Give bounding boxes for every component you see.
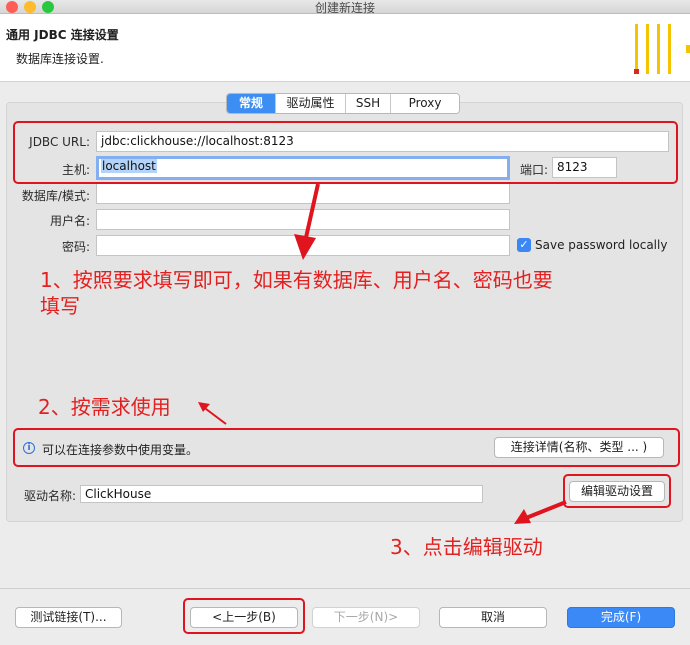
next-button[interactable]: 下一步(N)> <box>312 607 420 628</box>
annotation-arrow-down <box>294 183 320 260</box>
tab-bar: 常规 驱动属性 SSH Proxy <box>226 93 460 114</box>
connection-details-button[interactable]: 连接详情(名称、类型 ... ) <box>494 437 664 458</box>
save-password-label: Save password locally <box>535 238 668 252</box>
info-icon: i <box>23 442 35 454</box>
annotation-arrow-down-left <box>514 500 567 524</box>
database-label: 数据库/模式: <box>21 189 90 203</box>
driver-name-label: 驱动名称: <box>23 489 76 503</box>
annotation-arrow-left <box>198 402 227 425</box>
back-button[interactable]: <上一步(B) <box>190 607 298 628</box>
cancel-button[interactable]: 取消 <box>439 607 547 628</box>
save-password-checkbox[interactable]: ✓ <box>517 238 531 252</box>
test-connection-button[interactable]: 测试链接(T)... <box>15 607 122 628</box>
tab-driver-properties[interactable]: 驱动属性 <box>276 94 346 113</box>
annotation-box-connection <box>13 121 678 184</box>
annotation-note-1-line-1: 1、按照要求填写即可，如果有数据库、用户名、密码也要 <box>40 268 553 292</box>
password-label: 密码: <box>61 240 90 254</box>
header-subtitle: 数据库连接设置. <box>16 52 104 66</box>
finish-button[interactable]: 完成(F) <box>567 607 675 628</box>
tab-proxy[interactable]: Proxy <box>391 94 459 113</box>
annotation-note-1-line-2: 填写 <box>40 294 80 318</box>
annotation-note-3: 3、点击编辑驱动 <box>390 535 543 559</box>
window-titlebar: 创建新连接 <box>0 0 690 15</box>
tab-ssh[interactable]: SSH <box>346 94 391 113</box>
dialog-header: 通用 JDBC 连接设置 数据库连接设置. <box>0 14 690 82</box>
annotation-note-2: 2、按需求使用 <box>38 395 171 419</box>
tab-general[interactable]: 常规 <box>227 94 276 113</box>
driver-name-field: ClickHouse <box>80 485 483 503</box>
username-label: 用户名: <box>49 214 90 228</box>
edit-driver-settings-button[interactable]: 编辑驱动设置 <box>569 481 665 502</box>
footer-divider <box>0 588 690 589</box>
header-title: 通用 JDBC 连接设置 <box>6 28 119 42</box>
variables-info-text: 可以在连接参数中使用变量。 <box>42 443 199 457</box>
